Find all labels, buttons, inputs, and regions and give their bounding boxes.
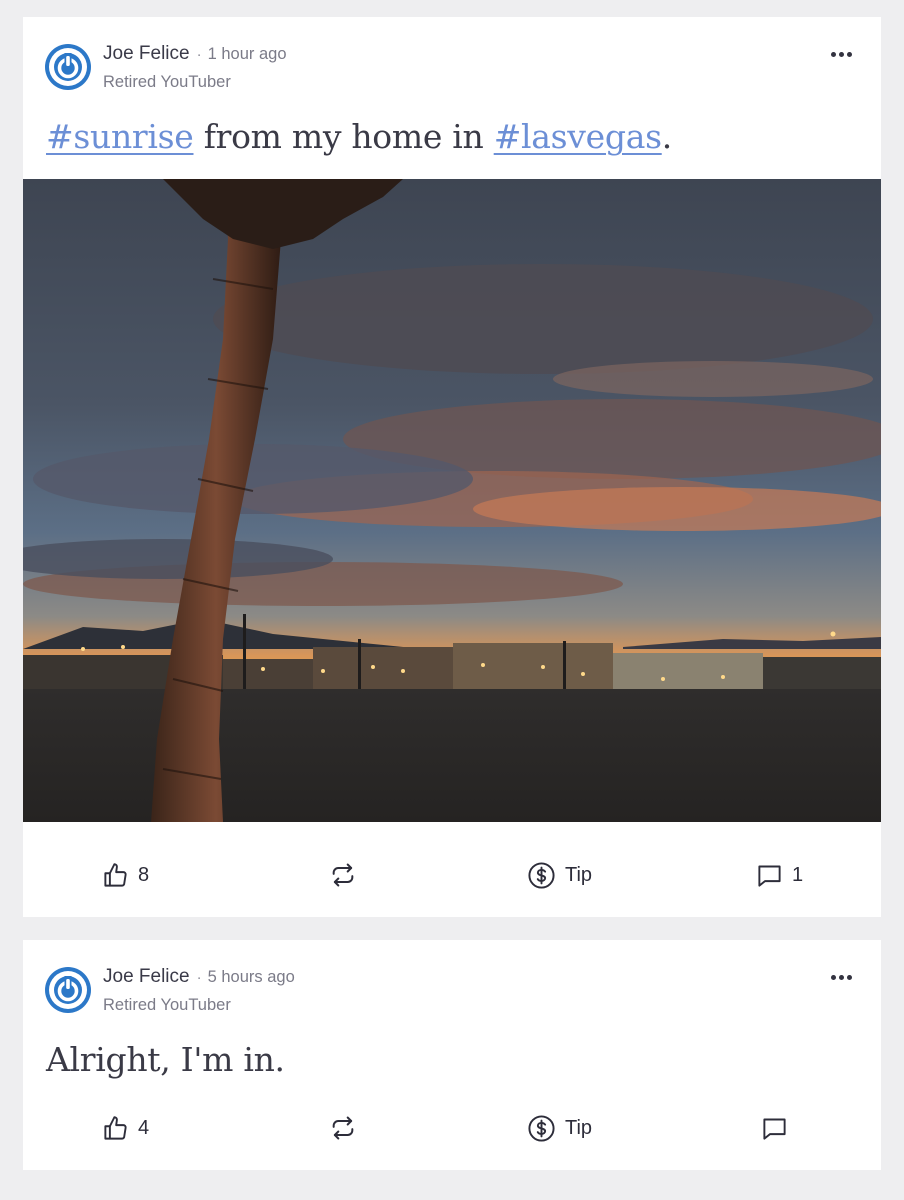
post-image[interactable] <box>23 179 881 822</box>
thumbs-up-icon <box>104 1115 127 1140</box>
post-time: 5 hours ago <box>207 968 295 986</box>
tip-button[interactable]: Tip <box>527 1108 592 1148</box>
tip-label: Tip <box>565 863 593 886</box>
hashtag-link[interactable]: #lasvegas <box>494 117 662 156</box>
post-actions: 4 Tip <box>23 1108 881 1148</box>
more-options-icon[interactable] <box>831 974 855 982</box>
post-text: #sunrise from my home in #lasvegas. <box>46 117 672 156</box>
sunrise-photo <box>23 179 881 822</box>
repost-button[interactable] <box>329 1108 357 1148</box>
separator-dot: · <box>196 969 202 986</box>
comment-icon <box>758 865 781 887</box>
like-button[interactable]: 8 <box>102 855 149 895</box>
hashtag-link[interactable]: #sunrise <box>46 117 194 156</box>
comment-count: 1 <box>792 863 804 886</box>
thumbs-up-icon <box>104 862 127 887</box>
repost-button[interactable] <box>329 855 357 895</box>
post-text-segment: . <box>661 117 673 156</box>
power-avatar-icon <box>49 48 87 86</box>
repost-icon <box>332 1116 354 1140</box>
author-name[interactable]: Joe Felice <box>103 966 190 987</box>
repost-icon <box>332 863 354 887</box>
like-button[interactable]: 4 <box>102 1108 149 1148</box>
tip-label: Tip <box>565 1116 593 1139</box>
post-card: Joe Felice · 1 hour ago Retired YouTuber #… <box>23 17 881 917</box>
post-text-segment: from my home in <box>193 117 494 156</box>
author-avatar[interactable] <box>45 44 91 90</box>
separator-dot: · <box>196 46 202 63</box>
dollar-circle-icon <box>528 861 555 889</box>
tip-button[interactable]: Tip <box>527 855 592 895</box>
author-line: Joe Felice · 5 hours ago <box>103 966 295 988</box>
power-avatar-icon <box>49 971 87 1009</box>
post-text: Alright, I'm in. <box>46 1040 285 1079</box>
author-subtitle: Retired YouTuber <box>103 996 231 1014</box>
post-time: 1 hour ago <box>207 45 287 63</box>
more-options-icon[interactable] <box>831 51 855 59</box>
dollar-circle-icon <box>528 1114 555 1142</box>
post-card: Joe Felice · 5 hours ago Retired YouTuber … <box>23 940 881 1170</box>
post-actions: 8 Tip 1 <box>23 855 881 895</box>
author-avatar[interactable] <box>45 967 91 1013</box>
like-count: 4 <box>138 1116 150 1139</box>
author-line: Joe Felice · 1 hour ago <box>103 43 287 65</box>
comment-button[interactable]: 1 <box>756 855 803 895</box>
comment-button[interactable] <box>761 1108 797 1148</box>
author-name[interactable]: Joe Felice <box>103 43 190 64</box>
like-count: 8 <box>138 863 150 886</box>
author-subtitle: Retired YouTuber <box>103 73 231 91</box>
comment-icon <box>763 1118 786 1140</box>
